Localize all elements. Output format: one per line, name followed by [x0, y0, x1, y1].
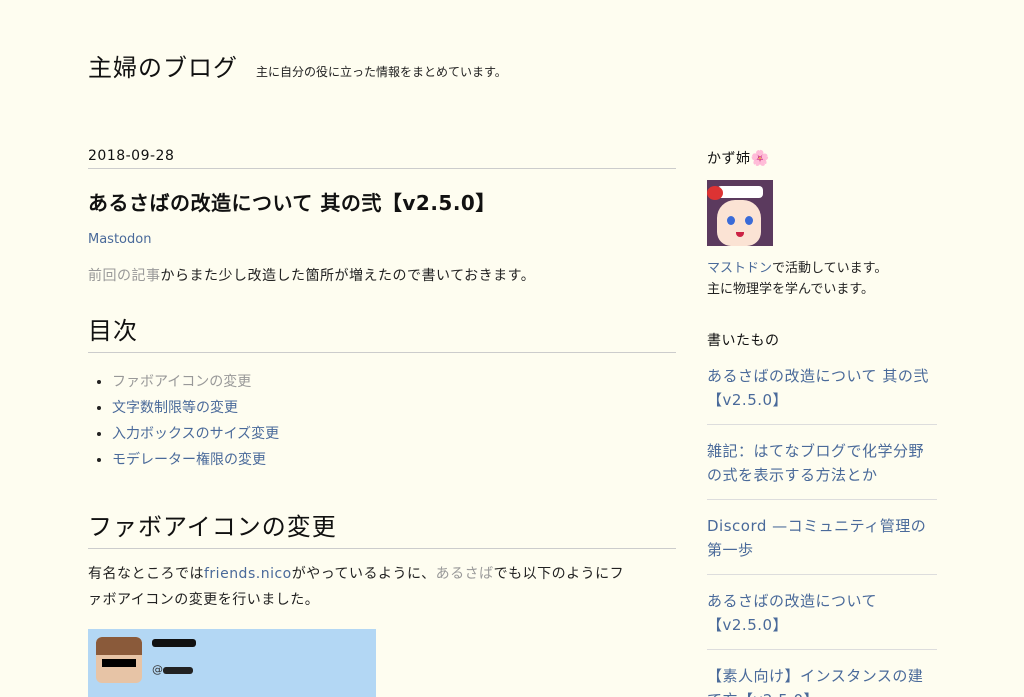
profile-heading: かず姉🌸	[707, 149, 770, 167]
entry-title[interactable]: あるさばの改造について 其の弐【v2.5.0】	[88, 187, 676, 216]
toc-item[interactable]: 入力ボックスのサイズ変更	[112, 421, 676, 447]
table-of-contents: ファボアイコンの変更 文字数制限等の変更 入力ボックスのサイズ変更 モデレーター…	[112, 369, 676, 473]
entries-heading: 書いたもの	[707, 333, 780, 349]
recent-entry-link[interactable]: あるさばの改造について 其の弐【v2.5.0】	[707, 362, 937, 425]
flower-icon: 🌸	[750, 149, 770, 167]
profile-avatar[interactable]	[707, 180, 773, 246]
profile-description: マストドンで活動しています。 主に物理学を学んでいます。	[707, 261, 888, 297]
recent-entry-link[interactable]: 雑記：はてなブログで化学分野の式を表示する方法とか	[707, 425, 937, 500]
entry-date[interactable]: 2018-09-28	[88, 148, 676, 169]
blog-header: 主婦のブログ 主に自分の役に立った情報をまとめています。	[88, 48, 507, 83]
recent-entry-link[interactable]: Discord —コミュニティ管理の第一歩	[707, 500, 937, 575]
arusaba-link[interactable]: あるさば	[436, 566, 494, 582]
toc-heading: 目次	[88, 311, 676, 353]
recent-entry-link[interactable]: 【素人向け】インスタンスの建て方【v2.5.0】	[707, 650, 937, 697]
toc-item[interactable]: モデレーター権限の変更	[112, 447, 676, 473]
entry-lead: 前回の記事からまた少し改造した箇所が増えたので書いておきます。	[88, 265, 676, 285]
recent-entry-link[interactable]: あるさばの改造について【v2.5.0】	[707, 575, 937, 650]
friends-nico-link[interactable]: friends.nico	[204, 566, 292, 582]
entry-category[interactable]: Mastodon	[88, 232, 676, 247]
censored-display-name	[152, 639, 196, 647]
blog-title[interactable]: 主婦のブログ	[88, 48, 238, 83]
recent-entries-list: あるさばの改造について 其の弐【v2.5.0】 雑記：はてなブログで化学分野の式…	[707, 362, 937, 697]
sidebar: かず姉🌸 マストドンで活動しています。 主に物理学を学んでいます。 書いたもの あ…	[707, 148, 937, 697]
previous-article-link[interactable]: 前回の記事	[88, 268, 161, 284]
censored-avatar	[96, 637, 142, 683]
toc-item[interactable]: 文字数制限等の変更	[112, 395, 676, 421]
section-paragraph: 有名なところではfriends.nicoがやっているように、あるさばでも以下のよ…	[88, 566, 625, 608]
section-heading-fav-icon: ファボアイコンの変更	[88, 507, 676, 549]
blog-description: 主に自分の役に立った情報をまとめています。	[256, 65, 507, 79]
mastodon-link[interactable]: マストドン	[707, 261, 772, 276]
censored-handle: @	[152, 663, 193, 676]
fav-icon-screenshot: @	[88, 629, 376, 697]
main-content: 2018-09-28 あるさばの改造について 其の弐【v2.5.0】 Masto…	[88, 148, 676, 697]
lead-text: からまた少し改造した箇所が増えたので書いておきます。	[160, 268, 536, 284]
toc-item[interactable]: ファボアイコンの変更	[112, 369, 676, 395]
